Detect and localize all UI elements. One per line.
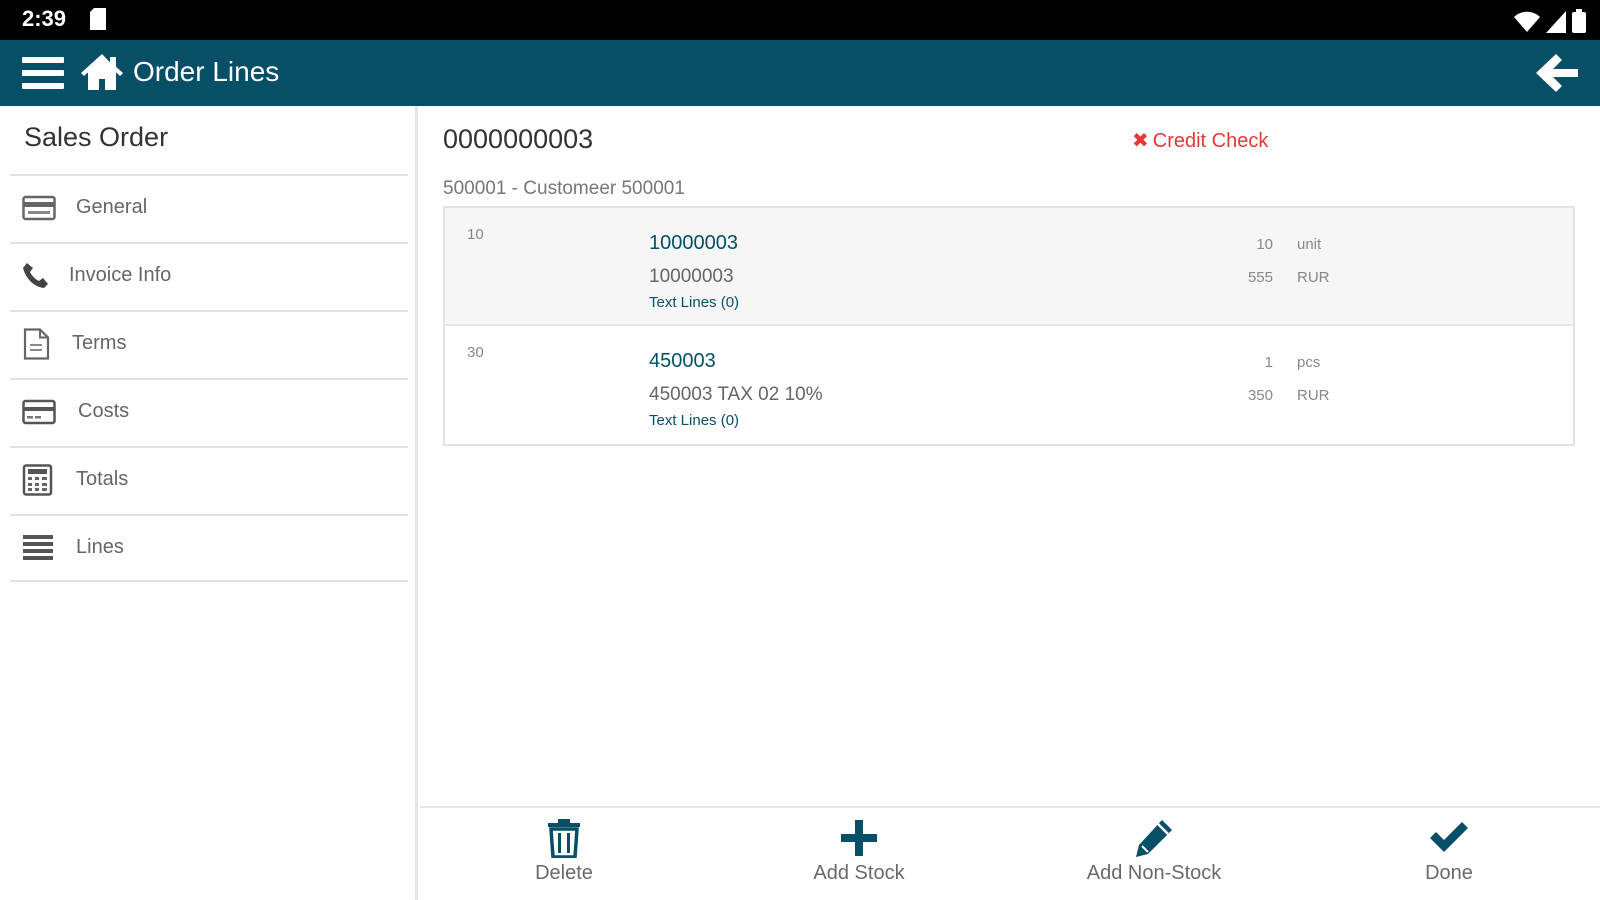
sidebar-item-label: Invoice Info xyxy=(69,264,172,286)
add-non-stock-button[interactable]: Add Non-Stock xyxy=(1054,818,1254,898)
plus-icon xyxy=(841,820,877,856)
order-number: 0000000003 xyxy=(443,124,594,154)
sidebar: Sales Order General Invoice Info Terms C… xyxy=(0,106,418,900)
delete-label: Delete xyxy=(535,862,593,884)
sd-card-icon xyxy=(90,8,106,35)
text-lines-link[interactable]: Text Lines (0) xyxy=(649,294,739,311)
line-unit: unit xyxy=(1297,236,1322,253)
sidebar-item-totals[interactable]: Totals xyxy=(10,446,408,514)
sidebar-item-label: Lines xyxy=(76,536,124,558)
hamburger-menu-icon[interactable] xyxy=(22,54,64,92)
line-price: 350 xyxy=(1247,387,1273,404)
sidebar-title: Sales Order xyxy=(24,122,169,152)
sidebar-item-lines[interactable]: Lines xyxy=(10,514,408,582)
wifi-icon xyxy=(1514,11,1540,32)
system-indicators xyxy=(1514,9,1586,33)
order-line[interactable]: 10 10000003 10000003 Text Lines (0) 10 u… xyxy=(445,208,1573,326)
sidebar-item-label: General xyxy=(76,196,148,218)
customer-label: 500001 - Customeer 500001 xyxy=(443,178,685,199)
trash-icon xyxy=(548,819,580,858)
add-stock-button[interactable]: Add Stock xyxy=(759,818,959,898)
document-icon xyxy=(22,328,58,360)
signal-icon xyxy=(1546,11,1566,33)
line-quantity: 1 xyxy=(1264,354,1273,371)
status-bar: 2:39 xyxy=(0,0,1600,40)
page-title: Order Lines xyxy=(133,56,280,87)
line-quantity: 10 xyxy=(1256,236,1273,253)
battery-icon xyxy=(1572,9,1586,33)
checkmark-icon xyxy=(1430,822,1468,852)
done-button[interactable]: Done xyxy=(1349,818,1549,898)
line-unit: pcs xyxy=(1297,354,1321,371)
item-description: 450003 TAX 02 10% xyxy=(649,384,823,405)
order-lines-list: 10 10000003 10000003 Text Lines (0) 10 u… xyxy=(443,206,1575,446)
close-icon: ✖ xyxy=(1132,130,1149,152)
done-label: Done xyxy=(1425,862,1473,884)
main-content: 0000000003 ✖ Credit Check 500001 - Custom… xyxy=(420,106,1600,806)
sidebar-item-label: Totals xyxy=(76,468,129,490)
sidebar-item-general[interactable]: General xyxy=(10,174,408,242)
add-non-stock-label: Add Non-Stock xyxy=(1086,862,1222,884)
sidebar-item-label: Terms xyxy=(72,332,127,354)
credit-check-link[interactable]: ✖ Credit Check xyxy=(1132,128,1268,153)
home-icon[interactable] xyxy=(80,52,124,92)
delete-button[interactable]: Delete xyxy=(464,818,664,898)
credit-check-label: Credit Check xyxy=(1152,130,1269,152)
line-currency: RUR xyxy=(1297,269,1330,286)
sidebar-item-terms[interactable]: Terms xyxy=(10,310,408,378)
line-price: 555 xyxy=(1247,269,1273,286)
line-number: 10 xyxy=(467,226,484,243)
sidebar-item-invoice-info[interactable]: Invoice Info xyxy=(10,242,408,310)
item-code: 10000003 xyxy=(649,232,738,254)
app-bar: Order Lines xyxy=(0,40,1600,106)
card-icon xyxy=(22,194,58,224)
calculator-icon xyxy=(22,464,58,496)
status-time: 2:39 xyxy=(22,6,67,31)
bottom-action-bar: Delete Add Stock Add Non-Stock Done xyxy=(420,806,1600,900)
credit-card-icon xyxy=(22,398,58,428)
item-description: 10000003 xyxy=(649,266,734,287)
order-line[interactable]: 30 450003 450003 TAX 02 10% Text Lines (… xyxy=(445,326,1573,444)
sidebar-item-costs[interactable]: Costs xyxy=(10,378,408,446)
pencil-icon xyxy=(1136,820,1172,857)
item-code: 450003 xyxy=(649,350,716,372)
sidebar-list: General Invoice Info Terms Costs Totals xyxy=(10,174,408,582)
line-currency: RUR xyxy=(1297,387,1330,404)
line-number: 30 xyxy=(467,344,484,361)
sidebar-item-label: Costs xyxy=(78,400,130,422)
back-arrow-icon[interactable] xyxy=(1534,52,1580,94)
add-stock-label: Add Stock xyxy=(813,862,905,884)
phone-icon xyxy=(22,262,58,292)
text-lines-link[interactable]: Text Lines (0) xyxy=(649,412,739,429)
list-lines-icon xyxy=(22,534,58,564)
